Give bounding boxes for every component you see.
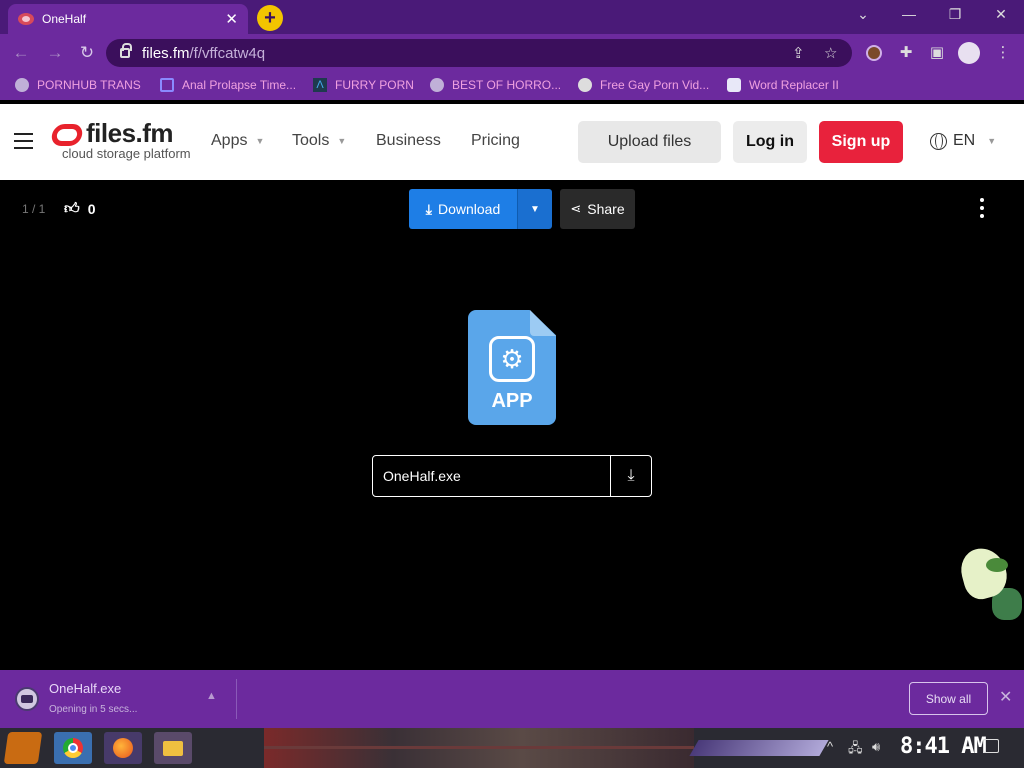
close-shelf-icon[interactable]: ✕ — [999, 687, 1012, 707]
chevron-up-icon[interactable]: ▲ — [206, 690, 217, 702]
download-shelf: OneHalf.exe Opening in 5 secs... ▲ Show … — [0, 670, 1024, 728]
bookmark-item[interactable]: Λ FURRY PORN — [313, 78, 414, 92]
bookmark-star-icon[interactable]: ☆ — [824, 44, 837, 62]
caret-down-icon: ▼ — [987, 136, 997, 146]
forward-icon[interactable]: → — [44, 43, 66, 63]
chrome-taskbar-icon[interactable] — [54, 732, 92, 764]
logo-mark-icon — [50, 124, 84, 146]
tray-chevron-icon[interactable]: ^ — [827, 739, 833, 754]
nav-tools[interactable]: Tools ▼ — [292, 132, 346, 150]
tab-close-icon[interactable]: ✕ — [225, 10, 238, 28]
site-icon — [578, 78, 592, 92]
file-type-label: APP — [491, 390, 533, 412]
new-tab-button[interactable]: + — [257, 5, 283, 31]
bookmark-item[interactable]: Word Replacer II — [727, 78, 839, 92]
character-sticker — [956, 543, 1024, 624]
show-all-button[interactable]: Show all — [909, 682, 988, 715]
download-file-name[interactable]: OneHalf.exe — [49, 681, 121, 696]
tab-favicon-icon — [18, 13, 34, 25]
bookmark-item[interactable]: Anal Prolapse Time... — [160, 78, 296, 92]
taskbar-wallpaper — [264, 728, 694, 768]
globe-icon — [15, 78, 29, 92]
globe-icon — [430, 78, 444, 92]
globe-icon — [930, 132, 947, 150]
extension-icon — [727, 78, 741, 92]
bookmarks-bar: PORNHUB TRANS Anal Prolapse Time... Λ FU… — [0, 72, 1024, 100]
chrome-menu-icon[interactable]: ⋮ — [994, 44, 1012, 62]
lock-icon[interactable] — [120, 43, 132, 58]
browser-tab[interactable]: OneHalf ✕ — [8, 4, 248, 34]
language-selector[interactable]: EN ▼ — [930, 132, 996, 150]
share-icon: ⋖ — [570, 201, 582, 216]
logo-name: files.fm — [86, 118, 174, 148]
tab-title: OneHalf — [42, 12, 87, 26]
notification-icon[interactable] — [983, 739, 999, 753]
download-icon[interactable]: ⤓ — [610, 456, 651, 496]
minimize-icon[interactable]: — — [899, 6, 919, 22]
browser-toolbar: ← → ↻ files.fm /f/vffcatw4q ⇪ ☆ ✚ ▣ ⋮ — [0, 34, 1024, 72]
nav-pricing[interactable]: Pricing — [471, 132, 520, 150]
taskbar-decoration — [689, 740, 829, 756]
url-host: files.fm — [142, 44, 190, 62]
hamburger-menu-icon[interactable] — [14, 133, 33, 149]
file-explorer-taskbar-icon[interactable] — [154, 732, 192, 764]
start-icon[interactable] — [3, 732, 43, 764]
logo-tagline: cloud storage platform — [62, 146, 191, 161]
clock[interactable]: 8:41 AM — [900, 734, 987, 759]
close-window-icon[interactable]: ✕ — [991, 6, 1011, 23]
network-icon[interactable]: 🖧︎ — [848, 739, 863, 761]
app-file-type-icon: ⚙ APP — [468, 310, 556, 425]
back-icon[interactable]: ← — [10, 43, 32, 63]
lambda-icon: Λ — [313, 78, 327, 92]
caret-down-icon: ▼ — [255, 136, 265, 146]
share-page-icon[interactable]: ⇪ — [792, 44, 805, 62]
exe-file-icon — [15, 687, 39, 711]
profile-icon[interactable] — [958, 42, 980, 64]
download-options-dropdown[interactable]: ▼ — [517, 189, 552, 229]
download-status: Opening in 5 secs... — [49, 704, 138, 715]
file-name: OneHalf.exe — [383, 468, 461, 484]
like-count: 0 — [87, 201, 96, 217]
share-button[interactable]: ⋖ Share — [560, 189, 635, 229]
reload-icon[interactable]: ↻ — [76, 43, 98, 63]
extensions-puzzle-icon[interactable]: ✚ — [897, 44, 915, 62]
taskbar: ^ 🖧︎ 🔊︎ 8:41 AM — [0, 728, 1024, 768]
url-path: /f/vffcatw4q — [189, 44, 266, 62]
bookmark-item[interactable]: Free Gay Porn Vid... — [578, 78, 709, 92]
browser-tab-strip: OneHalf ✕ + ⌄ — ❐ ✕ — [0, 0, 1024, 34]
bookmark-item[interactable]: BEST OF HORRO... — [430, 78, 561, 92]
file-item[interactable]: OneHalf.exe ⤓ — [372, 455, 652, 497]
nav-business[interactable]: Business — [376, 132, 441, 150]
upload-files-button[interactable]: Upload files — [578, 121, 721, 163]
like-button[interactable]: 👍︎ 0 — [64, 200, 95, 218]
file-counter: 1 / 1 — [22, 202, 46, 216]
thumbs-up-icon: 👍︎ — [64, 200, 80, 217]
file-viewer: 1 / 1 👍︎ 0 ⤓ Download ▼ ⋖ Share ⚙ APP On… — [0, 180, 1024, 670]
caret-down-icon: ▼ — [337, 136, 347, 146]
signup-button[interactable]: Sign up — [819, 121, 903, 163]
side-panel-icon[interactable]: ▣ — [928, 44, 946, 62]
bookmark-item[interactable]: PORNHUB TRANS — [15, 78, 141, 92]
gear-icon: ⚙ — [489, 336, 535, 382]
nav-apps[interactable]: Apps ▼ — [211, 132, 264, 150]
login-button[interactable]: Log in — [733, 121, 807, 163]
address-bar[interactable]: files.fm /f/vffcatw4q ⇪ ☆ — [106, 39, 852, 67]
tab-search-icon[interactable]: ⌄ — [853, 6, 873, 23]
restore-icon[interactable]: ❐ — [945, 6, 965, 23]
download-button-group: ⤓ Download ▼ — [409, 189, 552, 229]
firefox-taskbar-icon[interactable] — [104, 732, 142, 764]
download-arrow-icon: ⤓ — [425, 200, 432, 217]
extension-avatar-icon[interactable] — [866, 45, 882, 61]
more-options-icon[interactable] — [980, 198, 990, 222]
divider — [236, 679, 237, 719]
site-header: files.fm cloud storage platform Apps ▼ To… — [0, 104, 1024, 180]
download-button[interactable]: ⤓ Download — [409, 189, 517, 229]
volume-icon[interactable]: 🔊︎ — [872, 739, 880, 755]
bookmark-icon — [160, 78, 174, 92]
